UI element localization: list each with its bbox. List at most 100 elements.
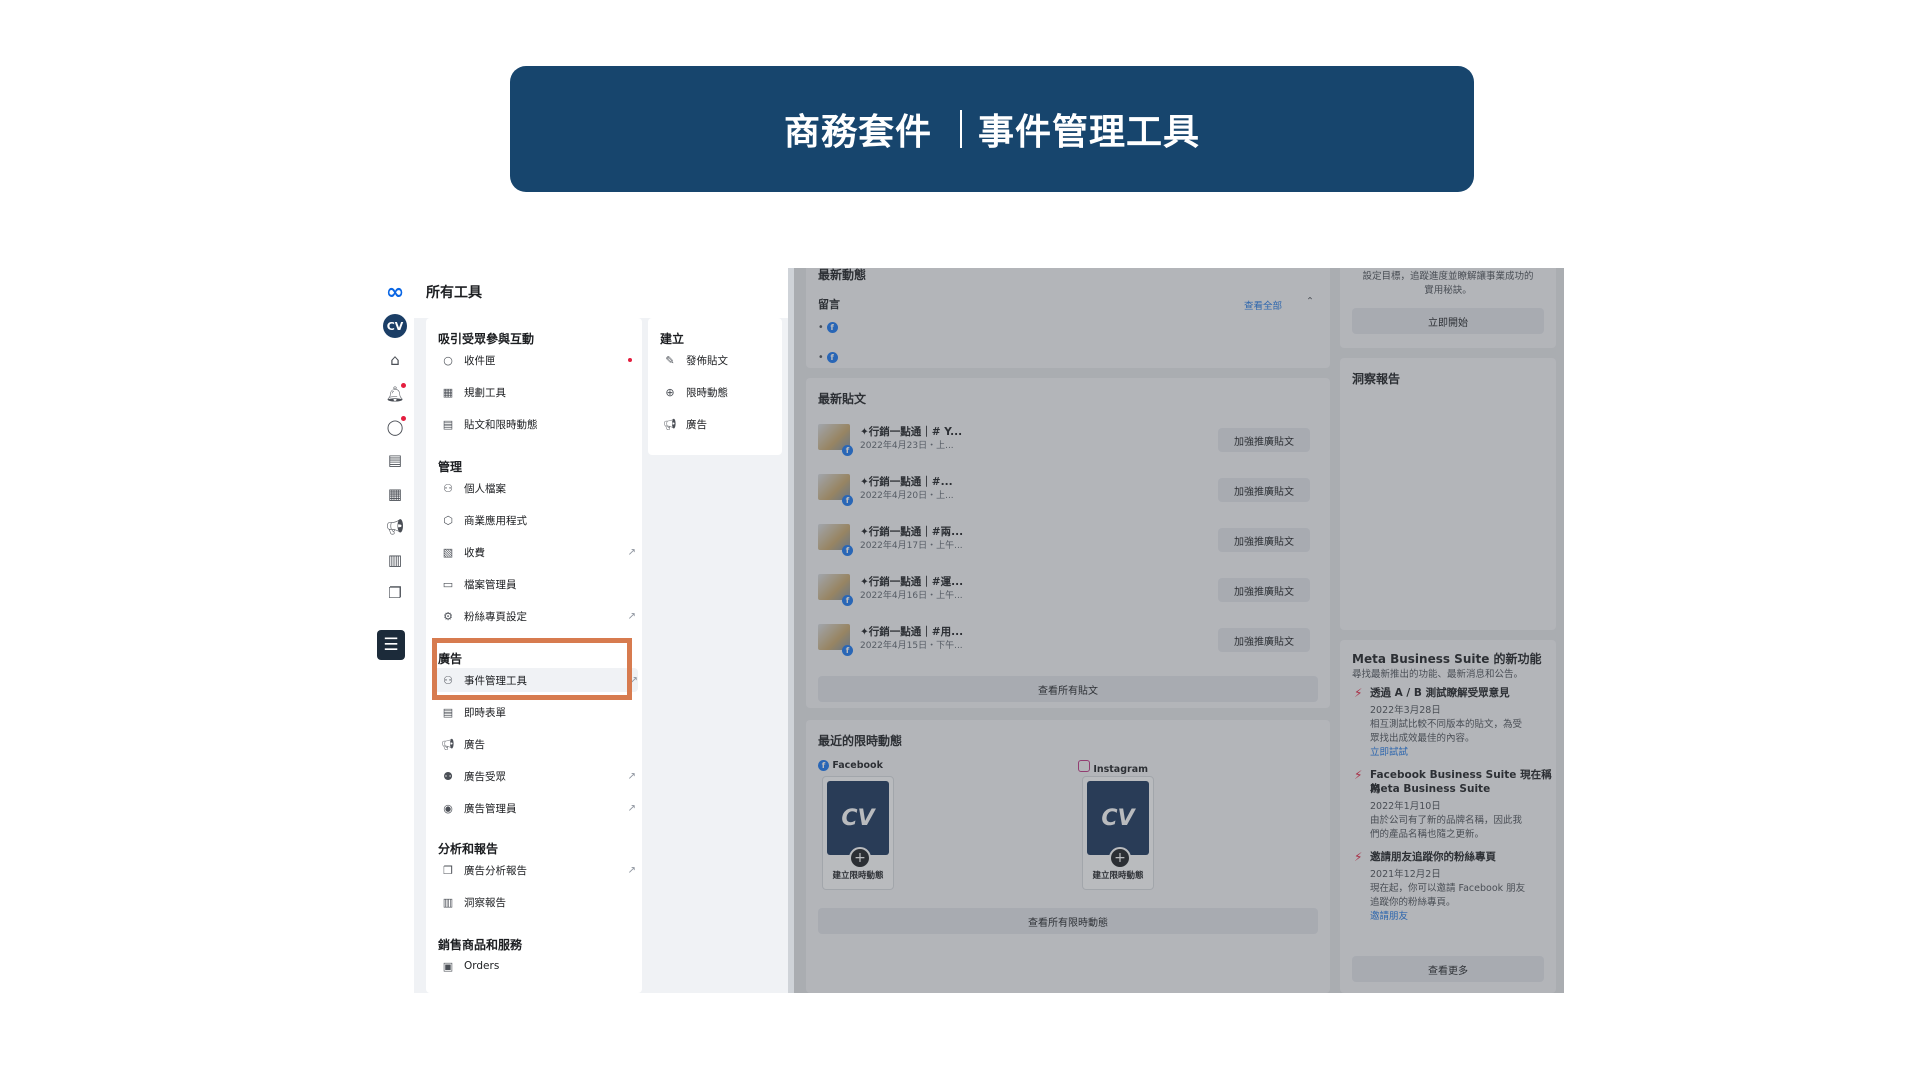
ads-icon[interactable]: 📢︎ xyxy=(383,515,407,539)
create-ad[interactable]: 📢︎ 廣告 xyxy=(662,412,776,436)
tool-file-manager[interactable]: ▭ 檔案管理員 xyxy=(440,572,636,596)
start-now-button[interactable]: 立即開始 xyxy=(1352,308,1544,334)
business-suite-screenshot: ∞ CV ⌂ 🔔︎ ◯ ▤ ▦ 📢︎ ▥ ❐ ☰ 所有工具 吸引受眾參與互動 ○… xyxy=(376,268,1564,993)
facebook-icon: f xyxy=(842,445,853,456)
tool-inbox[interactable]: ○ 收件匣 xyxy=(440,348,636,372)
comment-item-2[interactable]: • f xyxy=(818,352,838,363)
recent-stories-title: 最近的限時動態 xyxy=(818,734,903,748)
recent-posts-title: 最新貼文 xyxy=(818,392,867,406)
home-icon[interactable]: ⌂ xyxy=(383,348,407,372)
insights-icon[interactable]: ▥ xyxy=(383,548,407,572)
boost-post-button[interactable]: 加強推廣貼文 xyxy=(1218,478,1310,502)
view-all-posts-button[interactable]: 查看所有貼文 xyxy=(818,676,1318,702)
ads-manager-icon: ◉ xyxy=(443,801,453,815)
brand-logo: CV xyxy=(1087,781,1149,855)
see-more-button[interactable]: 查看更多 xyxy=(1352,956,1544,982)
posts-icon[interactable]: ▤ xyxy=(383,448,407,472)
calendar-icon: ▦ xyxy=(442,385,454,399)
create-facebook-story-tile[interactable]: CV + 建立限時動態 xyxy=(822,776,894,890)
insights-title: 洞察報告 xyxy=(1352,372,1401,386)
facebook-icon: f xyxy=(818,760,829,771)
form-icon: ▤ xyxy=(442,705,454,719)
create-story[interactable]: ⊕ 限時動態 xyxy=(662,380,776,404)
brand-logo: CV xyxy=(827,781,889,855)
lightning-icon: ⚡︎ xyxy=(1354,768,1363,782)
post-thumbnail: f xyxy=(818,624,853,656)
all-tools-menu-icon[interactable]: ☰ xyxy=(377,630,405,660)
brand-avatar[interactable]: CV xyxy=(383,314,407,338)
inbox-icon[interactable]: ◯ xyxy=(383,415,407,439)
boost-post-button[interactable]: 加強推廣貼文 xyxy=(1218,528,1310,552)
tool-ads-manager[interactable]: ◉ 廣告管理員 ↗ xyxy=(440,796,636,820)
tool-planner[interactable]: ▦ 規劃工具 xyxy=(440,380,636,404)
tool-ads-reporting[interactable]: ❐ 廣告分析報告 ↗ xyxy=(440,858,636,882)
facebook-icon: f xyxy=(842,595,853,606)
megaphone-icon: 📢︎ xyxy=(441,737,455,751)
story-icon: ⊕ xyxy=(665,385,675,399)
tool-audiences[interactable]: ⚉ 廣告受眾 ↗ xyxy=(440,764,636,788)
goals-text-line1: 設定目標，追蹤進度並瞭解讓事業成功的 xyxy=(1362,271,1534,282)
view-all-stories-button[interactable]: 查看所有限時動態 xyxy=(818,908,1318,934)
create-post[interactable]: ✎ 發佈貼文 xyxy=(662,348,776,372)
tool-billing[interactable]: ▧ 收費 ↗ xyxy=(440,540,636,564)
facebook-icon: f xyxy=(842,645,853,656)
plus-icon: + xyxy=(1109,847,1131,869)
post-thumbnail: f xyxy=(818,574,853,606)
recent-stories-card: 最近的限時動態 f Facebook Instagram CV + 建立限時動態… xyxy=(806,720,1330,993)
banner-separator xyxy=(960,110,962,148)
tool-profile[interactable]: ⚇ 個人檔案 xyxy=(440,476,636,500)
facebook-stories-label: f Facebook xyxy=(818,760,883,771)
external-link-icon: ↗ xyxy=(627,770,636,782)
unread-dot xyxy=(628,358,632,362)
post-thumbnail: f xyxy=(818,424,853,456)
gear-icon: ⚙ xyxy=(443,609,453,623)
post-row[interactable]: f ✦行銷一點通｜# Y... 2022年4月23日・上... xyxy=(818,420,1224,460)
boost-post-button[interactable]: 加強推廣貼文 xyxy=(1218,428,1310,452)
lightning-icon: ⚡︎ xyxy=(1354,850,1363,864)
post-row[interactable]: f ✦行銷一點通｜#兩... 2022年4月17日・上午... xyxy=(818,520,1224,560)
dashboard-area: 最新動態 留言 查看全部 ⌃ • f • f 最新貼文 f ✦行銷一點通｜# Y… xyxy=(794,268,1564,993)
section-analytics: 分析和報告 xyxy=(438,842,499,856)
section-engage: 吸引受眾參與互動 xyxy=(438,332,535,346)
post-row[interactable]: f ✦行銷一點通｜#用... 2022年4月15日・下午... xyxy=(818,620,1224,660)
view-all-activity-link[interactable]: 查看全部 xyxy=(1244,298,1282,312)
tool-orders[interactable]: ▣ Orders xyxy=(440,954,636,978)
audience-icon: ⚉ xyxy=(443,769,453,783)
tool-ads[interactable]: 📢︎ 廣告 xyxy=(440,732,636,756)
try-now-link[interactable]: 立即試試 xyxy=(1370,744,1408,758)
boost-post-button[interactable]: 加強推廣貼文 xyxy=(1218,628,1310,652)
report-icon: ❐ xyxy=(443,863,453,877)
tool-business-apps[interactable]: ⬡ 商業應用程式 xyxy=(440,508,636,532)
external-link-icon: ↗ xyxy=(627,864,636,876)
megaphone-icon: 📢︎ xyxy=(663,417,677,431)
planner-icon[interactable]: ▦ xyxy=(383,482,407,506)
pages-icon[interactable]: ❐ xyxy=(383,581,407,605)
notifications-icon[interactable]: 🔔︎ xyxy=(383,382,407,406)
tool-insights[interactable]: ▥ 洞察報告 xyxy=(440,890,636,914)
whats-new-card: Meta Business Suite 的新功能 尋找最新推出的功能、最新消息和… xyxy=(1340,640,1556,993)
tool-instant-forms[interactable]: ▤ 即時表單 xyxy=(440,700,636,724)
boost-post-button[interactable]: 加強推廣貼文 xyxy=(1218,578,1310,602)
post-row[interactable]: f ✦行銷一點通｜#... 2022年4月20日・上... xyxy=(818,470,1224,510)
activity-title: 最新動態 xyxy=(818,268,867,282)
invite-friends-link[interactable]: 邀請朋友 xyxy=(1370,908,1408,922)
billing-icon: ▧ xyxy=(442,545,454,559)
section-create: 建立 xyxy=(660,332,685,346)
nav-rail: ∞ CV ⌂ 🔔︎ ◯ ▤ ▦ 📢︎ ▥ ❐ ☰ xyxy=(376,268,414,993)
tool-posts-stories[interactable]: ▤ 貼文和限時動態 xyxy=(440,412,636,436)
create-panel: 建立 ✎ 發佈貼文 ⊕ 限時動態 📢︎ 廣告 xyxy=(648,318,782,455)
meta-logo-icon[interactable]: ∞ xyxy=(383,280,407,305)
chevron-up-icon[interactable]: ⌃ xyxy=(1306,296,1314,307)
bar-chart-icon: ▥ xyxy=(442,895,454,909)
tool-page-settings[interactable]: ⚙ 粉絲專頁設定 ↗ xyxy=(440,604,636,628)
facebook-icon: f xyxy=(842,545,853,556)
section-manage: 管理 xyxy=(438,460,463,474)
facebook-icon: f xyxy=(826,322,838,333)
goals-text-line2: 實用秘訣。 xyxy=(1424,285,1472,296)
post-row[interactable]: f ✦行銷一點通｜#運... 2022年4月16日・上午... xyxy=(818,570,1224,610)
create-instagram-story-tile[interactable]: CV + 建立限時動態 xyxy=(1082,776,1154,890)
comment-item-1[interactable]: • f xyxy=(818,322,838,333)
facebook-icon: f xyxy=(826,352,838,363)
external-link-icon: ↗ xyxy=(627,546,636,558)
section-sell: 銷售商品和服務 xyxy=(438,938,523,952)
